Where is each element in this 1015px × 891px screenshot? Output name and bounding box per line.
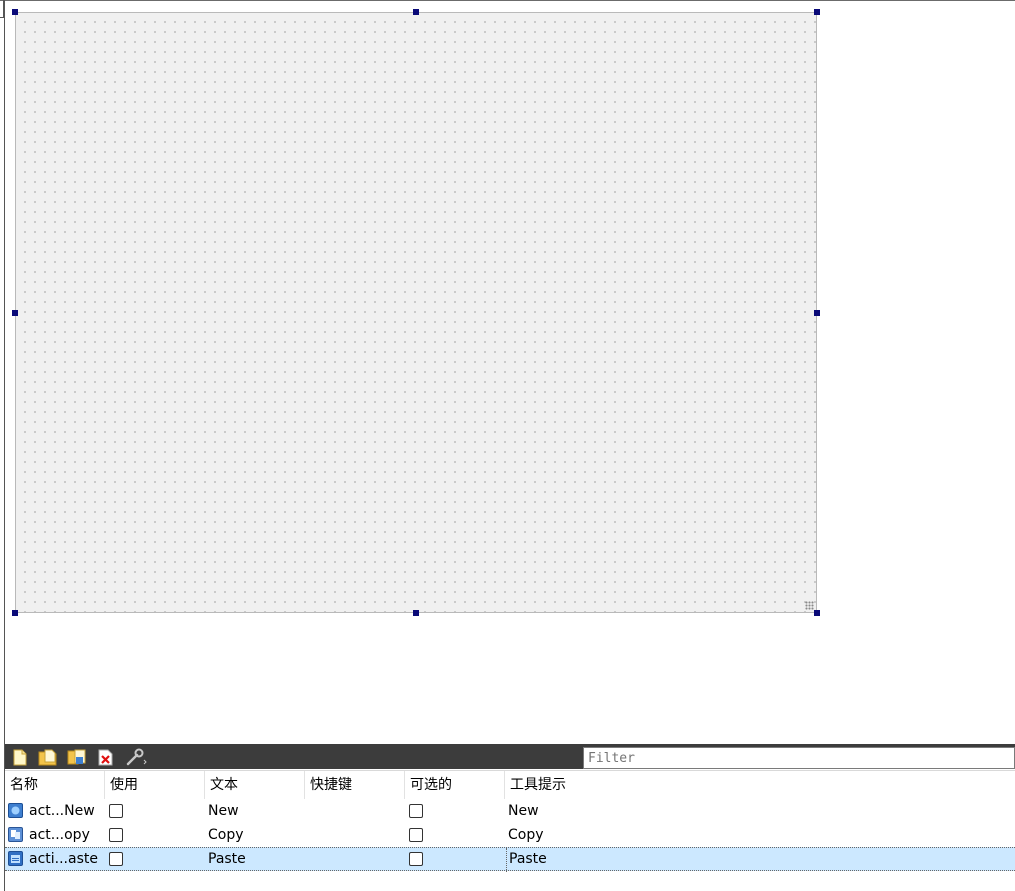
filter-input[interactable] [583,747,1015,769]
form-canvas[interactable] [15,12,817,613]
row-checkable-checkbox[interactable] [409,804,423,818]
row-used-checkbox[interactable] [109,804,123,818]
row-name: act...opy [29,827,90,843]
resize-handle-top-center[interactable] [413,9,419,15]
column-header-shortcut[interactable]: 快捷键 [305,771,405,799]
table-row[interactable]: act...opy Copy Copy [5,823,1015,847]
open-button[interactable] [38,747,58,767]
delete-action-button[interactable] [96,747,116,767]
new-action-button[interactable] [10,747,30,767]
table-row-selected[interactable]: acti...aste Paste Paste [5,847,1015,872]
row-shortcut[interactable] [310,848,400,872]
row-checkable-checkbox[interactable] [409,828,423,842]
new-doc-icon [8,803,23,818]
column-header-used[interactable]: 使用 [105,771,205,799]
resize-handle-middle-right[interactable] [814,310,820,316]
row-name: acti...aste [29,851,98,867]
row-shortcut[interactable] [310,799,400,823]
row-tooltip: New [508,803,539,819]
delete-action-icon [98,749,113,765]
copy-action-button[interactable] [67,747,87,767]
resize-handle-bottom-left[interactable] [12,610,18,616]
form-designer-area[interactable] [0,0,1015,745]
column-header-text[interactable]: 文本 [205,771,305,799]
action-table: 名称 使用 文本 快捷键 可选的 工具提示 act...New New New … [5,770,1015,872]
row-name: act...New [29,803,95,819]
row-tooltip: Paste [506,848,709,872]
resize-grip-icon[interactable] [805,601,814,610]
column-header-name[interactable]: 名称 [5,771,105,799]
row-text: Copy [208,827,244,843]
resize-handle-bottom-center[interactable] [413,610,419,616]
resize-handle-top-right[interactable] [814,9,820,15]
table-row[interactable]: act...New New New [5,799,1015,823]
row-shortcut[interactable] [310,823,400,847]
copy-doc-icon [8,827,23,842]
paste-doc-icon [8,851,23,866]
row-text: New [208,803,239,819]
table-header: 名称 使用 文本 快捷键 可选的 工具提示 [5,770,1015,799]
column-header-tooltip[interactable]: 工具提示 [505,771,1015,799]
open-folder-icon [38,749,57,765]
copy-action-icon [67,749,86,764]
row-text: Paste [208,851,246,867]
resize-handle-bottom-right[interactable] [814,610,820,616]
settings-wrench-icon [126,748,147,766]
resize-handle-top-left[interactable] [12,9,18,15]
new-action-icon [13,749,27,765]
row-used-checkbox[interactable] [109,852,123,866]
column-header-checkable[interactable]: 可选的 [405,771,505,799]
row-used-checkbox[interactable] [109,828,123,842]
row-tooltip: Copy [508,827,544,843]
configure-button[interactable] [125,747,149,767]
row-checkable-checkbox[interactable] [409,852,423,866]
resize-handle-middle-left[interactable] [12,310,18,316]
